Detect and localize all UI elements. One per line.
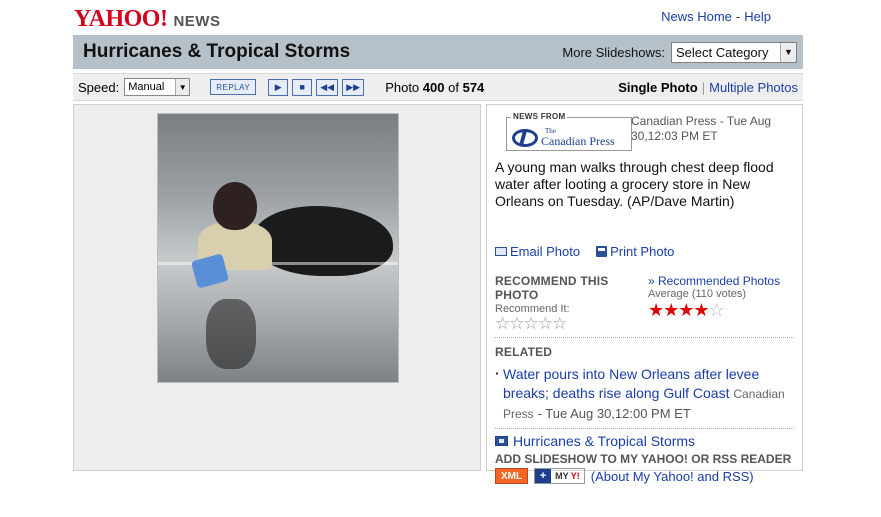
link-separator: - <box>735 9 741 24</box>
printer-icon <box>596 246 608 257</box>
related-section: RELATED Water pours into New Orleans aft… <box>495 345 794 424</box>
star-filled-icon: ★ <box>648 300 664 320</box>
add-slideshow-heading: ADD SLIDESHOW TO MY YAHOO! OR RSS READER <box>495 452 792 466</box>
next-icon: ▶▶ <box>346 81 361 92</box>
news-home-link[interactable]: News Home <box>661 9 732 24</box>
subscription-badges: XML + MY Y! (About My Yahoo! and RSS) <box>495 468 754 484</box>
photo-counter: Photo 400 of 574 <box>385 80 484 95</box>
recommend-left: RECOMMEND THIS PHOTO Recommend It: ☆☆☆☆☆ <box>495 274 640 333</box>
previous-icon: ◀◀ <box>320 81 335 92</box>
stop-button[interactable]: ■ <box>292 78 313 96</box>
star-filled-icon: ★ <box>693 300 709 320</box>
star-icon[interactable]: ☆ <box>495 314 510 333</box>
related-item: Water pours into New Orleans after levee… <box>495 364 794 424</box>
photo-bag-shape <box>253 206 393 276</box>
yahoo-news-logo[interactable]: YAHOO! NEWS <box>74 6 220 32</box>
stop-icon: ■ <box>299 82 305 92</box>
source-meta: Canadian Press - Tue Aug 30,12:03 PM ET <box>631 114 772 143</box>
multiple-photos-link[interactable]: Multiple Photos <box>709 80 798 95</box>
speed-label: Speed: <box>78 79 120 95</box>
slideshow-link[interactable]: Hurricanes & Tropical Storms <box>495 433 794 449</box>
photo-info-panel: NEWS FROM The Canadian Press Canadian Pre… <box>486 104 803 471</box>
chevron-down-icon: ▼ <box>175 79 190 95</box>
more-slideshows: More Slideshows: Select Category ▼ <box>562 41 797 63</box>
news-logo-text: NEWS <box>173 13 221 30</box>
photo-current: 400 <box>422 79 445 95</box>
playback-buttons: ▶ ■ ◀◀ ▶▶ <box>268 78 365 96</box>
about-my-yahoo-rss-link[interactable]: (About My Yahoo! and RSS) <box>591 469 754 484</box>
photo-of: of <box>448 79 459 95</box>
average-rating-stars: ★★★★☆ <box>648 301 794 319</box>
speed-select[interactable]: Manual ▼ <box>124 78 191 96</box>
email-icon <box>495 247 507 256</box>
star-empty-icon: ☆ <box>708 300 725 320</box>
star-icon[interactable]: ☆ <box>509 314 524 333</box>
rate-stars[interactable]: ☆☆☆☆☆ <box>495 315 640 333</box>
view-mode-links: Single Photo | Multiple Photos <box>618 80 798 95</box>
yahoo-logo-text: YAHOO! <box>74 6 168 32</box>
canadian-press-logo: The Canadian Press <box>512 128 615 147</box>
star-filled-icon: ★ <box>678 300 694 320</box>
view-separator: | <box>701 79 706 95</box>
canadian-press-icon <box>512 128 538 147</box>
replay-button[interactable]: REPLAY <box>210 79 257 95</box>
next-button[interactable]: ▶▶ <box>342 78 365 96</box>
recommended-photos-link[interactable]: » Recommended Photos <box>648 274 780 288</box>
plus-icon: + <box>535 469 552 483</box>
recommend-heading: RECOMMEND THIS PHOTO <box>495 274 609 302</box>
photo-panel <box>73 104 481 471</box>
photo-actions: Email Photo Print Photo <box>495 244 794 259</box>
xml-rss-button[interactable]: XML <box>495 468 529 484</box>
star-icon[interactable]: ☆ <box>538 314 553 333</box>
my-yahoo-y: Y! <box>570 471 580 481</box>
chevron-down-icon: ▼ <box>780 42 796 62</box>
news-from-label: NEWS FROM <box>511 112 568 121</box>
slideshow-link-label: Hurricanes & Tropical Storms <box>513 433 696 449</box>
slideshow-title-bar: Hurricanes & Tropical Storms More Slides… <box>73 35 803 69</box>
divider <box>495 337 794 338</box>
photo-reflection-shape <box>206 299 256 369</box>
canadian-press-name: The Canadian Press <box>541 128 615 148</box>
news-from-box[interactable]: NEWS FROM The Canadian Press <box>506 112 632 151</box>
related-date: - Tue Aug 30,12:00 PM ET <box>537 406 691 421</box>
star-icon[interactable]: ☆ <box>552 314 567 333</box>
photo-bottle-shape <box>190 253 230 289</box>
photo-caption: A young man walks through chest deep flo… <box>495 159 774 209</box>
page-title: Hurricanes & Tropical Storms <box>83 41 351 62</box>
star-filled-icon: ★ <box>663 300 679 320</box>
related-heading: RELATED <box>495 345 553 359</box>
speed-select-value: Manual <box>128 81 165 93</box>
slideshow-icon <box>495 436 508 446</box>
email-photo-label: Email Photo <box>510 244 581 259</box>
slideshow-controls: Speed: Manual ▼ REPLAY ▶ ■ ◀◀ ▶▶ Photo 4… <box>73 73 803 101</box>
previous-button[interactable]: ◀◀ <box>316 78 339 96</box>
top-links: News Home - Help <box>661 9 771 24</box>
divider <box>495 428 794 429</box>
my-yahoo-my: MY <box>555 471 569 481</box>
print-photo-link[interactable]: Print Photo <box>596 244 674 259</box>
help-link[interactable]: Help <box>744 9 771 24</box>
photo-prefix: Photo <box>385 79 420 95</box>
slideshow-photo[interactable] <box>157 113 399 383</box>
category-select[interactable]: Select Category ▼ <box>671 41 797 63</box>
single-photo-current: Single Photo <box>618 79 698 95</box>
photo-head-shape <box>213 182 257 230</box>
more-slideshows-label: More Slideshows: <box>562 44 665 60</box>
play-icon: ▶ <box>274 81 282 92</box>
related-article-link[interactable]: Water pours into New Orleans after levee… <box>503 366 759 401</box>
source-row: NEWS FROM The Canadian Press Canadian Pre… <box>495 105 794 155</box>
my-yahoo-badge-text: MY Y! <box>551 471 584 481</box>
recommend-section: RECOMMEND THIS PHOTO Recommend It: ☆☆☆☆☆… <box>495 274 794 333</box>
print-photo-label: Print Photo <box>610 244 675 259</box>
star-icon[interactable]: ☆ <box>524 314 539 333</box>
category-select-value: Select Category <box>676 44 769 60</box>
canadian-press-text: Canadian Press <box>541 134 615 148</box>
add-to-my-yahoo-button[interactable]: + MY Y! <box>534 468 585 484</box>
recommend-right: » Recommended Photos Average (110 votes)… <box>648 274 794 333</box>
photo-total: 574 <box>462 79 485 95</box>
email-photo-link[interactable]: Email Photo <box>495 244 580 259</box>
play-button[interactable]: ▶ <box>268 78 289 96</box>
